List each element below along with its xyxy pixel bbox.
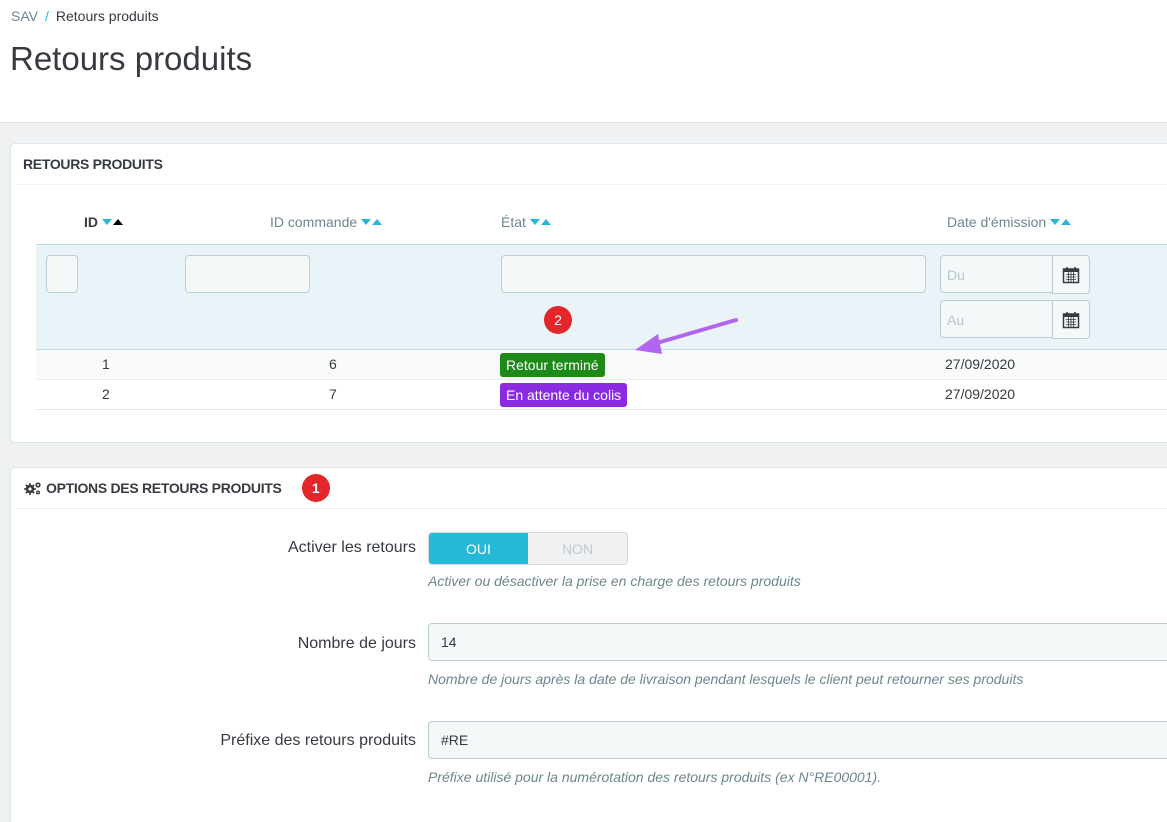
order-id-filter-input[interactable] xyxy=(185,255,310,293)
date-to-calendar-button[interactable] xyxy=(1052,300,1090,339)
row-date: 27/09/2020 xyxy=(945,356,1016,372)
gears-icon xyxy=(24,482,41,495)
filter-row: Du Au 2 xyxy=(36,244,1167,350)
column-header-date[interactable]: Date d'émission xyxy=(947,214,1072,230)
breadcrumb-parent[interactable]: SAV xyxy=(11,8,38,24)
sort-desc-icon[interactable] xyxy=(529,219,540,225)
table-row[interactable]: 2 7 En attente du colis 27/09/2020 xyxy=(36,380,1167,410)
breadcrumb-separator: / xyxy=(44,8,49,24)
sort-desc-icon[interactable] xyxy=(361,219,372,225)
annotation-marker-1: 1 xyxy=(301,474,330,502)
sort-asc-icon[interactable] xyxy=(372,219,383,225)
id-filter-input[interactable] xyxy=(46,255,78,293)
sort-controls xyxy=(102,219,123,225)
row-order-id: 6 xyxy=(329,356,337,372)
prefix-help: Préfixe utilisé pour la numérotation des… xyxy=(428,769,882,785)
date-from-calendar-button[interactable] xyxy=(1052,255,1090,294)
state-filter-input[interactable] xyxy=(501,255,926,293)
toggle-yes-option[interactable]: OUI xyxy=(429,533,528,564)
enable-returns-label: Activer les retours xyxy=(287,539,416,556)
returns-panel: RETOURS PRODUITS ID ID commande État Dat… xyxy=(10,143,1167,443)
row-order-id: 7 xyxy=(329,386,337,402)
row-id: 2 xyxy=(102,386,110,402)
sort-asc-icon[interactable] xyxy=(113,219,123,225)
calendar-icon xyxy=(1062,311,1080,328)
sort-controls xyxy=(361,219,383,225)
column-header-state[interactable]: État xyxy=(501,214,551,230)
returns-panel-heading: RETOURS PRODUITS xyxy=(17,144,1167,185)
column-header-id[interactable]: ID xyxy=(84,214,123,230)
page-title: Retours produits xyxy=(10,40,253,77)
breadcrumb-current: Retours produits xyxy=(55,8,159,24)
column-header-order-id[interactable]: ID commande xyxy=(270,214,383,230)
sort-controls xyxy=(1050,219,1072,225)
row-id: 1 xyxy=(102,356,110,372)
options-panel: OPTIONS DES RETOURS PRODUITS 1 Activer l… xyxy=(10,467,1167,822)
days-label: Nombre de jours xyxy=(297,635,416,652)
prefix-input[interactable]: #RE xyxy=(428,721,1167,759)
toggle-no-option[interactable]: NON xyxy=(528,533,627,564)
table-row[interactable]: 1 6 Retour terminé 27/09/2020 xyxy=(36,350,1167,380)
sort-asc-icon[interactable] xyxy=(1061,219,1072,225)
date-to-input[interactable]: Au xyxy=(940,300,1054,338)
sort-desc-icon[interactable] xyxy=(102,219,112,225)
annotation-arrow xyxy=(635,318,738,354)
options-panel-heading: OPTIONS DES RETOURS PRODUITS 1 xyxy=(17,468,1167,509)
status-badge: Retour terminé xyxy=(500,353,605,377)
sort-asc-icon[interactable] xyxy=(540,219,551,225)
row-date: 27/09/2020 xyxy=(945,386,1016,402)
page-header: SAV / Retours produits Retours produits xyxy=(0,0,1167,123)
status-badge: En attente du colis xyxy=(500,383,628,407)
enable-returns-help: Activer ou désactiver la prise en charge… xyxy=(428,573,801,589)
annotation-marker-2: 2 xyxy=(544,306,572,334)
calendar-icon xyxy=(1062,266,1080,283)
date-from-input[interactable]: Du xyxy=(940,255,1054,293)
days-input[interactable]: 14 xyxy=(428,623,1167,661)
sort-controls xyxy=(529,219,551,225)
sort-desc-icon[interactable] xyxy=(1050,219,1061,225)
days-help: Nombre de jours après la date de livrais… xyxy=(428,671,1024,687)
prefix-label: Préfixe des retours produits xyxy=(220,732,416,749)
breadcrumb: SAV / Retours produits xyxy=(11,8,159,24)
enable-returns-toggle[interactable]: OUI NON xyxy=(428,532,628,565)
